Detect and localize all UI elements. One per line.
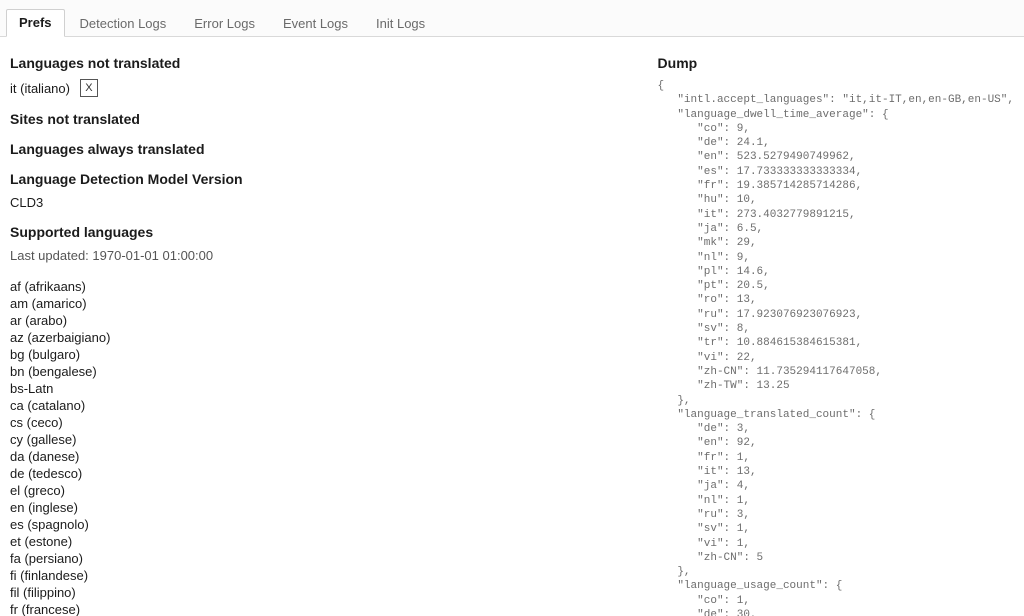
supported-language-item: am (amarico) bbox=[10, 296, 642, 311]
tab-detection-logs[interactable]: Detection Logs bbox=[67, 10, 180, 37]
supported-language-item: en (inglese) bbox=[10, 500, 642, 515]
supported-language-item: de (tedesco) bbox=[10, 466, 642, 481]
tab-event-logs[interactable]: Event Logs bbox=[270, 10, 361, 37]
supported-language-item: az (azerbaigiano) bbox=[10, 330, 642, 345]
supported-language-item: bg (bulgaro) bbox=[10, 347, 642, 362]
supported-language-item: es (spagnolo) bbox=[10, 517, 642, 532]
tab-prefs[interactable]: Prefs bbox=[6, 9, 65, 37]
supported-language-item: fi (finlandese) bbox=[10, 568, 642, 583]
supported-language-item: cy (gallese) bbox=[10, 432, 642, 447]
supported-language-item: ar (arabo) bbox=[10, 313, 642, 328]
supported-language-item: bn (bengalese) bbox=[10, 364, 642, 379]
dump-pre: { "intl.accept_languages": "it,it-IT,en,… bbox=[658, 79, 1014, 616]
supported-language-item: cs (ceco) bbox=[10, 415, 642, 430]
last-updated-text: Last updated: 1970-01-01 01:00:00 bbox=[10, 248, 642, 263]
left-pane: Languages not translated it (italiano) X… bbox=[0, 37, 652, 616]
supported-language-item: fa (persiano) bbox=[10, 551, 642, 566]
tab-error-logs[interactable]: Error Logs bbox=[181, 10, 268, 37]
content-columns: Languages not translated it (italiano) X… bbox=[0, 37, 1024, 616]
supported-language-item: el (greco) bbox=[10, 483, 642, 498]
heading-supported-languages: Supported languages bbox=[10, 224, 642, 240]
heading-sites-not-translated: Sites not translated bbox=[10, 111, 642, 127]
language-chip-label: it (italiano) bbox=[10, 81, 70, 96]
supported-languages-list: af (afrikaans) am (amarico) ar (arabo) az (… bbox=[10, 279, 642, 616]
supported-language-item: da (danese) bbox=[10, 449, 642, 464]
language-chip-it: it (italiano) X bbox=[10, 79, 98, 97]
supported-language-item: bs-Latn bbox=[10, 381, 642, 396]
page-root: PrefsDetection LogsError LogsEvent LogsI… bbox=[0, 0, 1024, 616]
supported-language-item: fr (francese) bbox=[10, 602, 642, 616]
tab-init-logs[interactable]: Init Logs bbox=[363, 10, 438, 37]
heading-languages-always-translated: Languages always translated bbox=[10, 141, 642, 157]
tab-bar: PrefsDetection LogsError LogsEvent LogsI… bbox=[0, 0, 1024, 37]
heading-dump: Dump bbox=[658, 55, 1014, 71]
heading-languages-not-translated: Languages not translated bbox=[10, 55, 642, 71]
not-translated-chip-row: it (italiano) X bbox=[10, 79, 642, 97]
right-pane: Dump { "intl.accept_languages": "it,it-I… bbox=[652, 37, 1024, 616]
supported-language-item: ca (catalano) bbox=[10, 398, 642, 413]
remove-language-button[interactable]: X bbox=[80, 79, 98, 97]
supported-language-item: et (estone) bbox=[10, 534, 642, 549]
supported-language-item: af (afrikaans) bbox=[10, 279, 642, 294]
heading-language-detection-model-version: Language Detection Model Version bbox=[10, 171, 642, 187]
model-version-value: CLD3 bbox=[10, 195, 642, 210]
supported-language-item: fil (filippino) bbox=[10, 585, 642, 600]
